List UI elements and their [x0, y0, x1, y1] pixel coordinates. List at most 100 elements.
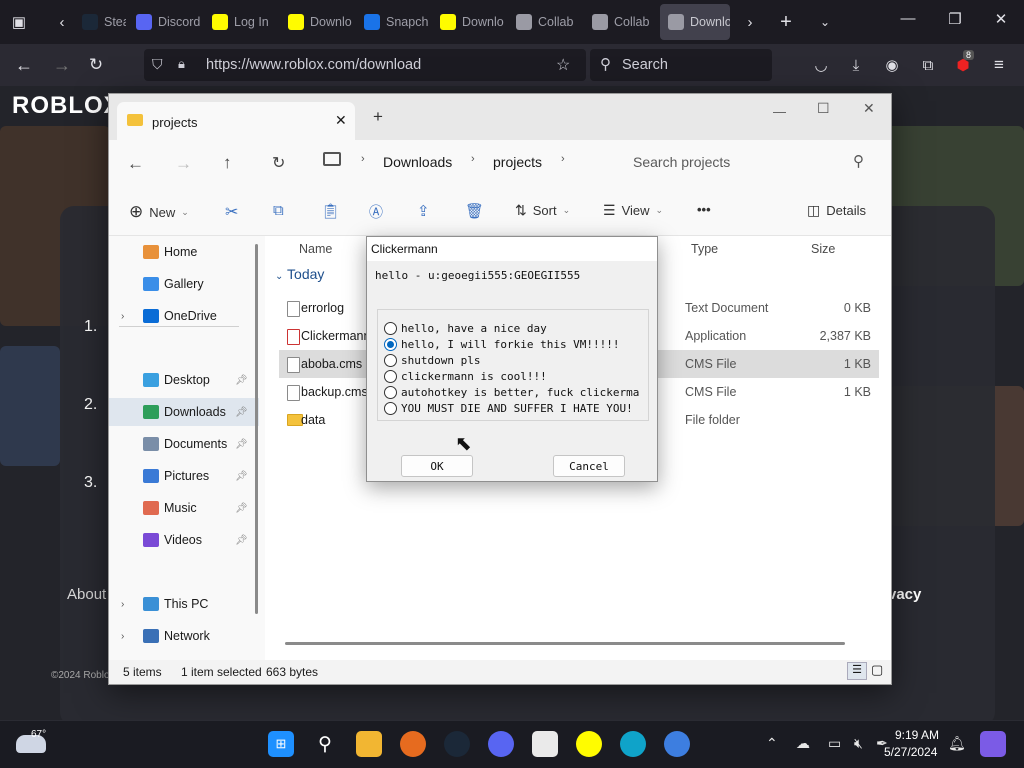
network-icon[interactable]: ▭	[828, 735, 841, 752]
nav-scrollbar[interactable]	[255, 244, 258, 614]
search-bar[interactable]: ⚲ Search	[590, 49, 772, 81]
add-tab-icon[interactable]: +	[373, 107, 383, 127]
taskbar-search-icon[interactable]: ⚲	[312, 731, 338, 757]
show-hidden-icons-chevron-icon[interactable]: ⌃	[766, 735, 778, 752]
nav-item-gallery[interactable]: Gallery	[109, 270, 259, 298]
browser-tab[interactable]: Collab	[584, 4, 656, 40]
paste-icon[interactable]: 📋︎	[321, 202, 340, 220]
breadcrumb-downloads[interactable]: Downloads	[383, 154, 452, 170]
back-arrow-icon[interactable]: ←	[12, 54, 36, 76]
view-button[interactable]: ☰ View ⌄	[603, 202, 663, 219]
restore-icon[interactable]: ❐	[940, 10, 970, 28]
dialog-option[interactable]: hello, have a nice day	[384, 320, 547, 336]
pocket-icon[interactable]: ◡	[810, 54, 832, 76]
browser-tab[interactable]: Collab	[508, 4, 580, 40]
snapchat-icon[interactable]	[576, 731, 602, 757]
chevron-right-icon[interactable]: ›	[121, 311, 124, 322]
clock-time[interactable]: 9:19 AM	[895, 728, 939, 742]
nav-item-pictures[interactable]: Pictures 📌︎	[109, 462, 259, 490]
more-options-icon[interactable]: •••	[697, 202, 711, 217]
breadcrumb[interactable]: › Downloads › projects ›	[309, 144, 605, 180]
ublock-icon[interactable]: ⬢ 8	[952, 50, 975, 76]
account-icon[interactable]: ◉	[881, 54, 903, 76]
vpn-app-icon[interactable]	[664, 731, 690, 757]
clock-date[interactable]: 5/27/2024	[884, 745, 937, 759]
browser-tab[interactable]: Download✕	[660, 4, 730, 40]
cancel-button[interactable]: Cancel	[553, 455, 625, 477]
shield-icon[interactable]: ⛉	[152, 56, 163, 73]
ok-button[interactable]: OK	[401, 455, 473, 477]
details-button[interactable]: ◫ Details	[807, 202, 866, 219]
radio-button[interactable]	[384, 385, 397, 399]
new-button[interactable]: ⊕ New ⌄	[129, 202, 189, 222]
refresh-icon[interactable]: ↻	[272, 153, 285, 173]
tab-overview-icon[interactable]: ▣	[8, 12, 30, 32]
chevron-right-icon[interactable]: ›	[121, 631, 124, 642]
breadcrumb-projects[interactable]: projects	[493, 154, 542, 170]
bookmark-star-icon[interactable]: ☆	[556, 55, 570, 75]
rename-icon[interactable]: Ⓐ	[369, 202, 383, 222]
footer-privacy-link[interactable]: vacy	[888, 586, 921, 603]
nav-item-music[interactable]: Music 📌︎	[109, 494, 259, 522]
nav-item-documents[interactable]: Documents 📌︎	[109, 430, 259, 458]
radio-button[interactable]	[384, 401, 397, 415]
nav-item-home[interactable]: Home	[109, 238, 259, 266]
dialog-option[interactable]: hello, I will forkie this VM!!!!!	[384, 336, 620, 352]
up-icon[interactable]: ↑	[223, 153, 232, 173]
url-bar[interactable]: ⛉ 🔒︎ https://www.roblox.com/download ☆	[144, 49, 586, 81]
delete-icon[interactable]: 🗑︎	[465, 202, 484, 220]
nav-item-network[interactable]: › Network	[109, 622, 259, 650]
dialog-title-bar[interactable]: Clickermann	[367, 237, 657, 261]
notification-bell-icon[interactable]: 🔔︎	[948, 735, 966, 752]
back-icon[interactable]: ←	[127, 154, 144, 174]
store-icon[interactable]	[532, 731, 558, 757]
roblox-logo[interactable]: ROBLOX	[12, 92, 121, 120]
browser-tab[interactable]: Download	[280, 4, 352, 40]
list-tabs-chevron-icon[interactable]: ⌄	[815, 12, 835, 32]
copilot-icon[interactable]	[980, 731, 1006, 757]
footer-about-link[interactable]: About	[67, 586, 106, 603]
onedrive-tray-icon[interactable]: ☁	[796, 735, 810, 752]
explorer-minimize-icon[interactable]: —	[773, 104, 786, 119]
tab-scroll-left-icon[interactable]: ‹	[52, 12, 72, 32]
column-header-type[interactable]: Type	[691, 242, 718, 256]
radio-button[interactable]	[384, 321, 397, 335]
nav-item-this-pc[interactable]: › This PC	[109, 590, 259, 618]
nav-item-downloads[interactable]: Downloads 📌︎	[109, 398, 259, 426]
close-tab-icon[interactable]: ✕	[335, 112, 347, 129]
discord-icon[interactable]	[488, 731, 514, 757]
new-tab-icon[interactable]: +	[776, 11, 796, 33]
explorer-search-box[interactable]: Search projects ⚲	[615, 144, 881, 180]
extensions-icon[interactable]: ⧉	[917, 54, 939, 76]
dialog-option[interactable]: shutdown pls	[384, 352, 480, 368]
dialog-option[interactable]: YOU MUST DIE AND SUFFER I HATE YOU!	[384, 400, 633, 416]
tab-scroll-right-icon[interactable]: ›	[740, 12, 760, 32]
minimize-icon[interactable]: —	[893, 10, 923, 27]
column-header-size[interactable]: Size	[811, 242, 835, 256]
browser-tab[interactable]: Steam	[74, 4, 126, 40]
downloads-icon[interactable]: ⤓	[845, 54, 867, 76]
edge-icon[interactable]	[620, 731, 646, 757]
firefox-icon[interactable]	[400, 731, 426, 757]
file-explorer-icon[interactable]	[356, 731, 382, 757]
browser-tab[interactable]: Discord	[128, 4, 200, 40]
browser-tab[interactable]: Snapchat	[356, 4, 428, 40]
forward-icon[interactable]: →	[175, 154, 192, 174]
radio-button[interactable]	[384, 369, 397, 383]
forward-arrow-icon[interactable]: →	[50, 54, 74, 76]
copy-icon[interactable]: ⧉	[273, 202, 284, 219]
volume-muted-icon[interactable]: 🔇︎	[854, 735, 863, 752]
nav-item-desktop[interactable]: Desktop 📌︎	[109, 366, 259, 394]
column-header-name[interactable]: Name	[299, 242, 332, 256]
explorer-close-icon[interactable]: ✕	[863, 100, 875, 117]
share-icon[interactable]: ⇪	[417, 202, 430, 220]
details-view-icon[interactable]: ☰	[847, 662, 867, 680]
start-windows-icon[interactable]: ⊞	[268, 731, 294, 757]
explorer-tab-projects[interactable]: projects ✕	[117, 102, 355, 140]
tiles-view-icon[interactable]: ▢	[871, 662, 883, 678]
close-window-icon[interactable]: ✕	[986, 10, 1016, 28]
lock-icon[interactable]: 🔒︎	[178, 56, 185, 72]
radio-button[interactable]	[384, 337, 397, 351]
chevron-right-icon[interactable]: ›	[121, 599, 124, 610]
browser-tab[interactable]: Log In	[204, 4, 276, 40]
